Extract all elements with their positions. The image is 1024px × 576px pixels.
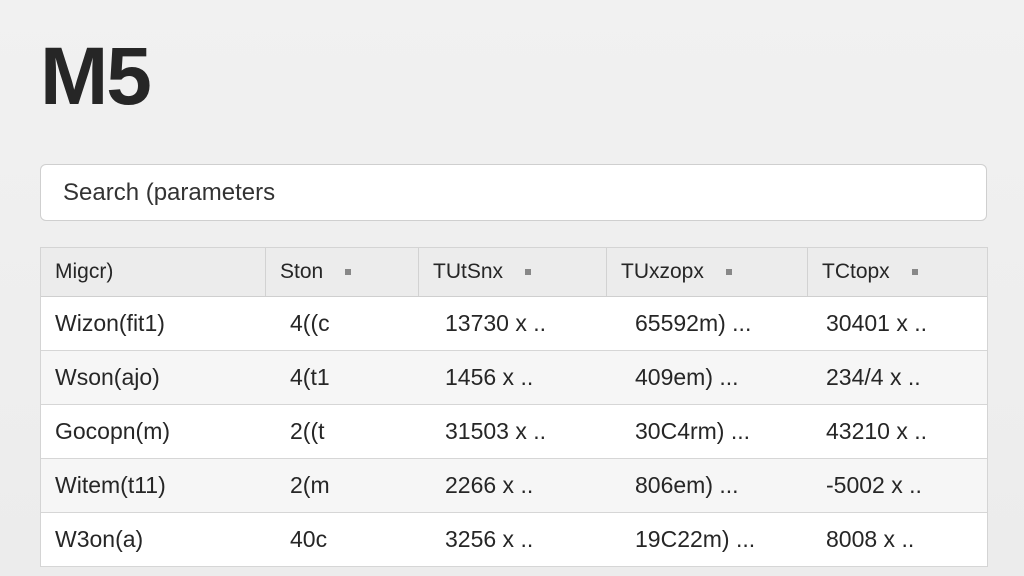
table-cell: 409em) ... bbox=[635, 364, 739, 390]
table-cell: 43210 x .. bbox=[826, 418, 928, 444]
column-header-label: Ston bbox=[280, 260, 324, 283]
table-cell: 806em) ... bbox=[635, 472, 739, 498]
column-header-label: Migcr) bbox=[55, 260, 114, 283]
column-header-label: TUtSnx bbox=[433, 260, 504, 283]
table-cell: 40c bbox=[290, 526, 328, 552]
sort-icon[interactable] bbox=[525, 269, 532, 275]
table-cell: 2266 x .. bbox=[445, 472, 534, 498]
table-header: Migcr) Ston TUtSnx TUxzopx TCtopx bbox=[41, 248, 987, 297]
table-cell: Witem(t11) bbox=[55, 472, 166, 498]
table-cell: 31503 x .. bbox=[445, 418, 547, 444]
table-cell: Gocopn(m) bbox=[55, 418, 171, 444]
sort-icon[interactable] bbox=[911, 269, 918, 275]
table-cell: 3256 x .. bbox=[445, 526, 534, 552]
table-cell: 4(t1 bbox=[290, 364, 330, 390]
column-header-2[interactable]: Ston bbox=[266, 248, 419, 296]
column-header-label: TUxzopx bbox=[621, 260, 704, 283]
column-header-1[interactable]: Migcr) bbox=[41, 248, 266, 296]
search-input[interactable] bbox=[61, 177, 986, 208]
table-cell: 30401 x .. bbox=[826, 310, 928, 336]
page: M5 Migcr) Ston TUtSnx TUxzopx TCtopx bbox=[0, 0, 1024, 576]
column-header-4[interactable]: TUxzopx bbox=[607, 248, 808, 296]
table-cell: 8008 x .. bbox=[826, 526, 915, 552]
page-title: M5 bbox=[40, 31, 152, 122]
table-cell: 65592m) ... bbox=[635, 310, 752, 336]
table-cell: Wizon(fit1) bbox=[55, 310, 165, 336]
column-header-3[interactable]: TUtSnx bbox=[419, 248, 607, 296]
table-cell: 30C4rm) ... bbox=[635, 418, 751, 444]
sort-icon[interactable] bbox=[345, 269, 352, 275]
column-header-label: TCtopx bbox=[822, 260, 890, 283]
search-box[interactable] bbox=[40, 164, 987, 221]
table-cell: 2(m bbox=[290, 472, 330, 498]
column-header-5[interactable]: TCtopx bbox=[808, 248, 987, 296]
table-row[interactable]: Wizon(fit1) 4((c 13730 x .. 65592m) ... … bbox=[41, 297, 987, 351]
table-cell: Wson(ajo) bbox=[55, 364, 160, 390]
table-cell: -5002 x .. bbox=[826, 472, 922, 498]
table-cell: 1456 x .. bbox=[445, 364, 534, 390]
table-cell: 13730 x .. bbox=[445, 310, 547, 336]
table-cell: 4((c bbox=[290, 310, 330, 336]
table-body: Wizon(fit1) 4((c 13730 x .. 65592m) ... … bbox=[41, 297, 987, 567]
table-row[interactable]: Gocopn(m) 2((t 31503 x .. 30C4rm) ... 43… bbox=[41, 405, 987, 459]
table-cell: 2((t bbox=[290, 418, 325, 444]
parameters-table: Migcr) Ston TUtSnx TUxzopx TCtopx Wizon(… bbox=[40, 247, 988, 567]
sort-icon[interactable] bbox=[725, 269, 732, 275]
table-cell: W3on(a) bbox=[55, 526, 144, 552]
table-cell: 19C22m) ... bbox=[635, 526, 756, 552]
table-row[interactable]: Witem(t11) 2(m 2266 x .. 806em) ... -500… bbox=[41, 459, 987, 513]
table-row[interactable]: Wson(ajo) 4(t1 1456 x .. 409em) ... 234/… bbox=[41, 351, 987, 405]
table-cell: 234/4 x .. bbox=[826, 364, 921, 390]
table-row[interactable]: W3on(a) 40c 3256 x .. 19C22m) ... 8008 x… bbox=[41, 513, 987, 567]
